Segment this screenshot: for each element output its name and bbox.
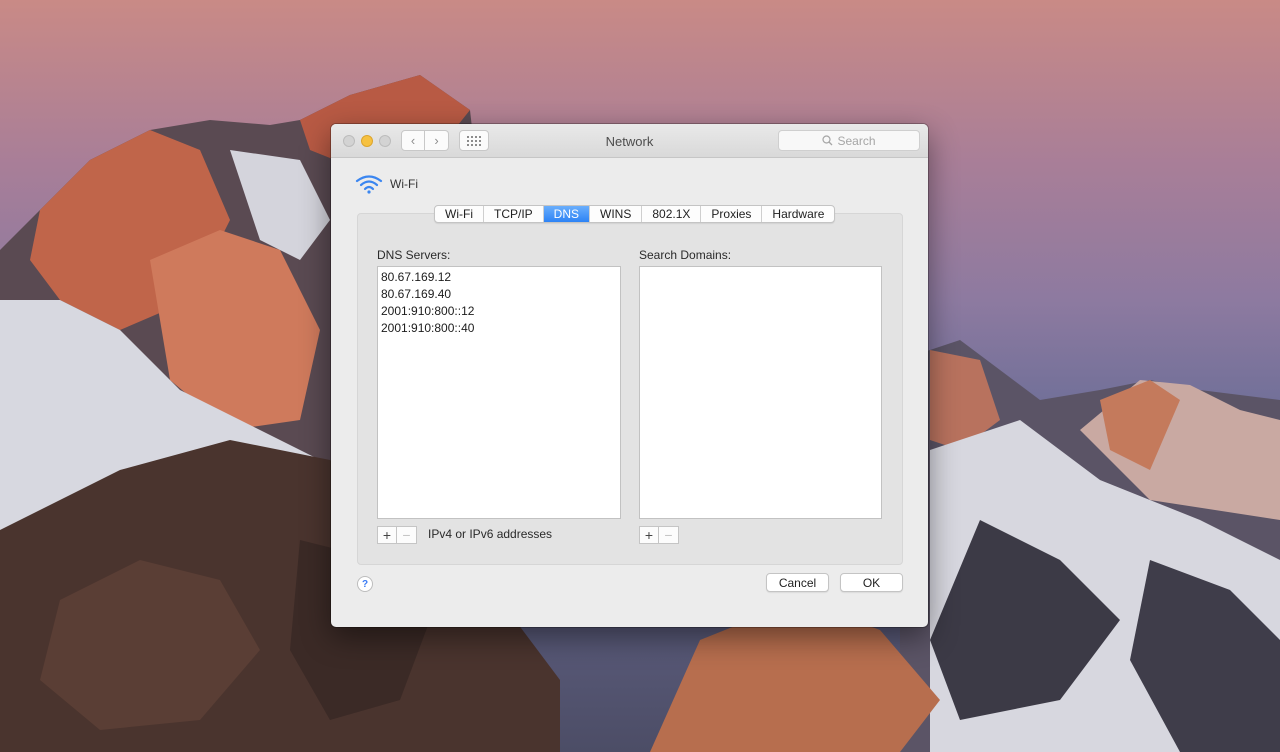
wifi-icon: [355, 175, 383, 194]
cancel-button[interactable]: Cancel: [766, 573, 829, 592]
list-item[interactable]: 80.67.169.12: [378, 269, 620, 286]
domain-add-button[interactable]: +: [639, 526, 659, 544]
list-item[interactable]: 80.67.169.40: [378, 286, 620, 303]
search-domains-label: Search Domains:: [639, 248, 732, 262]
domains-add-remove-control: + −: [639, 526, 679, 544]
search-input[interactable]: Search: [778, 130, 920, 151]
tab-wifi[interactable]: Wi-Fi: [435, 206, 484, 222]
dns-add-remove-control: + −: [377, 526, 417, 544]
ok-button[interactable]: OK: [840, 573, 903, 592]
tab-8021x[interactable]: 802.1X: [642, 206, 702, 222]
tab-dns[interactable]: DNS: [543, 206, 590, 222]
tab-wins[interactable]: WINS: [590, 206, 643, 222]
tab-bar: Wi-Fi TCP/IP DNS WINS 802.1X Proxies Har…: [434, 205, 836, 223]
tab-tcpip[interactable]: TCP/IP: [484, 206, 544, 222]
interface-header: Wi-Fi: [355, 174, 418, 194]
domain-remove-button[interactable]: −: [659, 526, 679, 544]
list-item[interactable]: 2001:910:800::12: [378, 303, 620, 320]
network-window: ‹ › Network Search Wi-Fi Wi-Fi TCP/IP DN…: [331, 124, 928, 627]
search-placeholder: Search: [837, 133, 876, 148]
interface-name: Wi-Fi: [390, 177, 418, 191]
dns-remove-button[interactable]: −: [397, 526, 417, 544]
tab-proxies[interactable]: Proxies: [701, 206, 763, 222]
dns-servers-list[interactable]: 80.67.169.12 80.67.169.40 2001:910:800::…: [377, 266, 621, 519]
search-domains-list[interactable]: [639, 266, 882, 519]
list-item[interactable]: 2001:910:800::40: [378, 320, 620, 337]
dns-hint-text: IPv4 or IPv6 addresses: [428, 527, 553, 541]
help-button[interactable]: ?: [357, 576, 373, 592]
title-bar: ‹ › Network Search: [331, 124, 928, 158]
dns-servers-label: DNS Servers:: [377, 248, 451, 262]
search-icon: [822, 135, 833, 146]
tab-hardware[interactable]: Hardware: [762, 206, 834, 222]
dns-add-button[interactable]: +: [377, 526, 397, 544]
